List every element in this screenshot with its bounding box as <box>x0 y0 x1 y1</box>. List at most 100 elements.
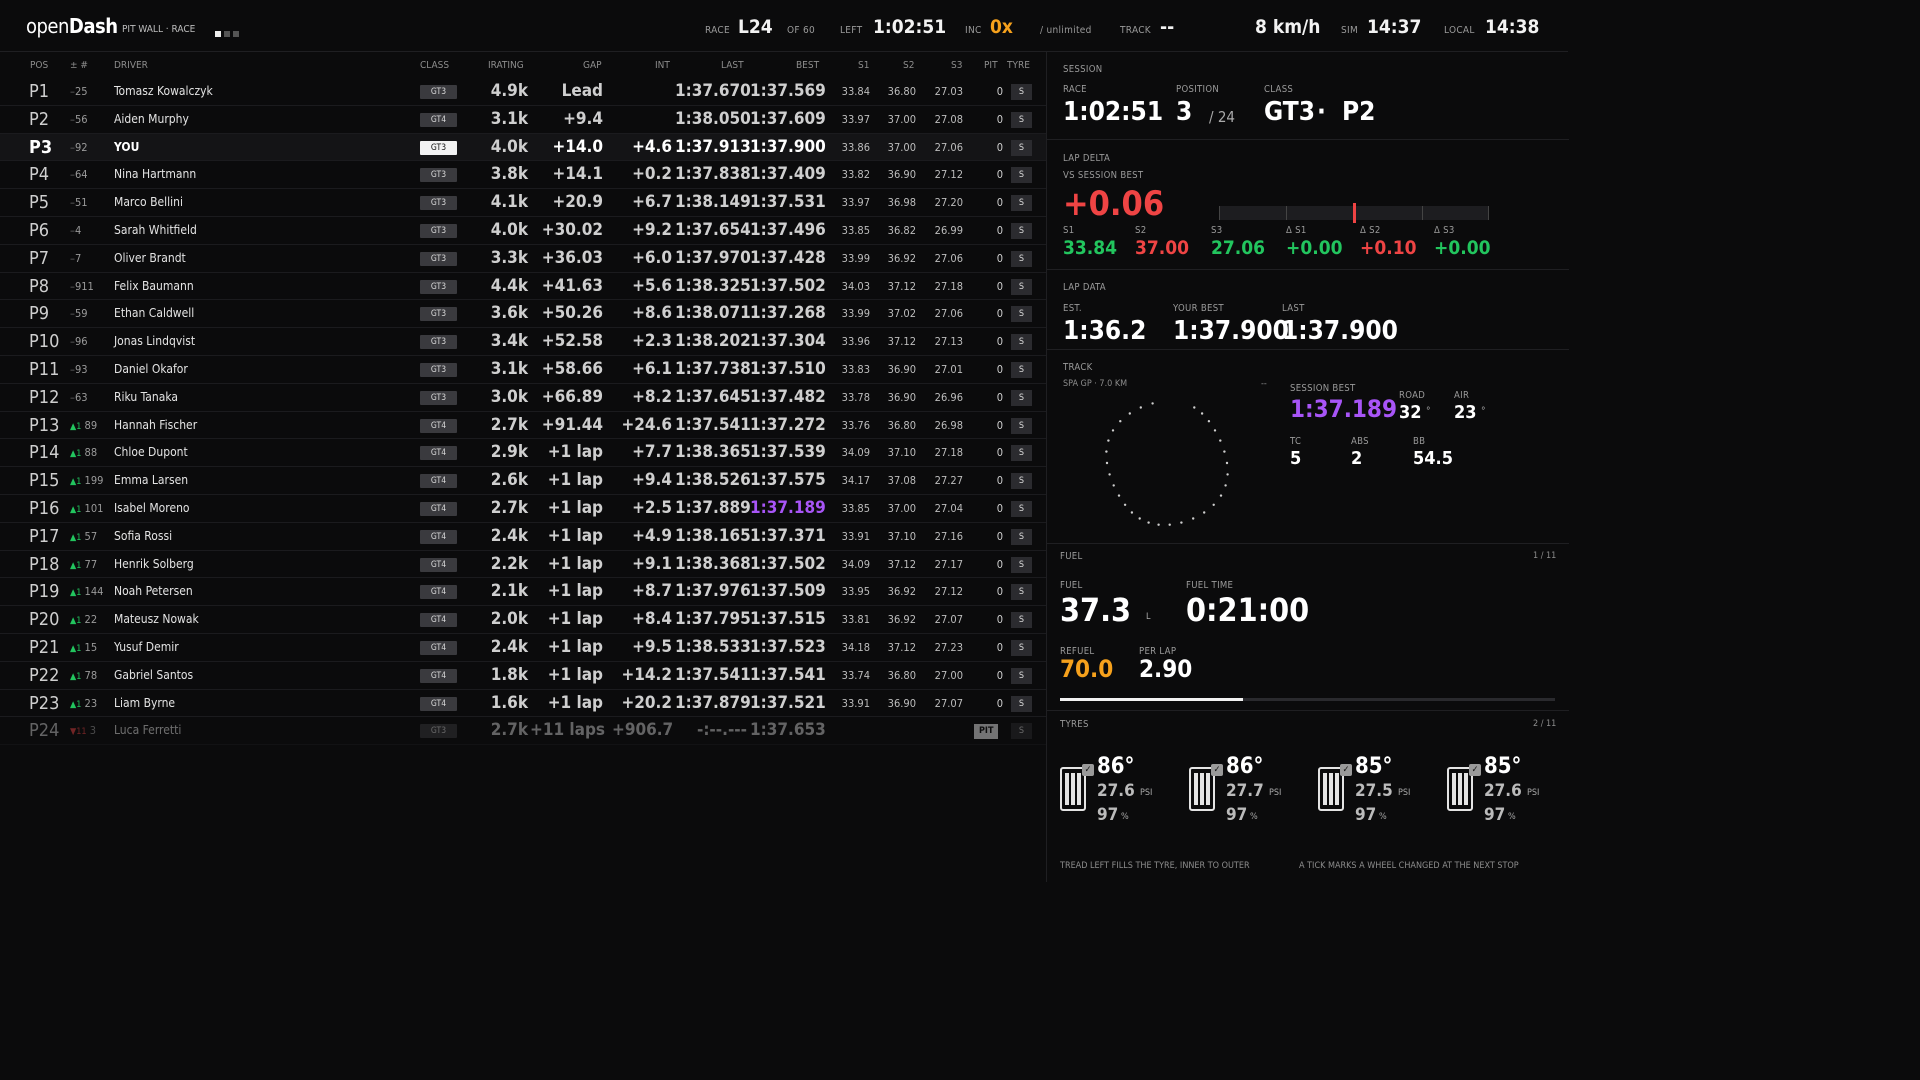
driver-name[interactable]: Ethan Caldwell <box>114 300 194 328</box>
last-lap: 1:37.970 <box>675 247 751 268</box>
table-row[interactable]: P14 ▲1 88 Chloe Dupont GT4 2.9k +1 lap +7.7 1:3… <box>0 439 1046 468</box>
table-row[interactable]: P16 ▲1 101 Isabel Moreno GT4 2.7k +1 lap +2.5 1… <box>0 495 1046 523</box>
row-position: P18 <box>29 553 60 575</box>
table-row[interactable]: P8 –911 Felix Baumann GT3 4.4k +41.63 +5.6 1:38… <box>0 273 1046 301</box>
driver-name[interactable]: Tomasz Kowalczyk <box>114 78 213 106</box>
page-dot[interactable] <box>233 31 239 37</box>
track-status: -- <box>1160 16 1175 38</box>
tyres-page[interactable]: 2 / 11 <box>1533 719 1556 729</box>
driver-name[interactable]: Emma Larsen <box>114 467 188 495</box>
sector-value: 33.84 <box>1063 237 1118 259</box>
driver-name[interactable]: Chloe Dupont <box>114 439 188 467</box>
driver-name[interactable]: Felix Baumann <box>114 273 194 301</box>
driver-name[interactable]: Gabriel Santos <box>114 662 193 690</box>
table-row[interactable]: P6 –4 Sarah Whitfield GT3 4.0k +30.02 +9.2 1:37… <box>0 217 1046 245</box>
interval <box>612 78 672 106</box>
driver-name[interactable]: YOU <box>114 134 139 162</box>
gap: +58.66 <box>541 358 603 379</box>
delta-bar <box>1219 203 1489 223</box>
table-row[interactable]: P1 –25 Tomasz Kowalczyk GT3 4.9k Lead 1:37.670… <box>0 78 1046 106</box>
col-tyre[interactable]: TYRE <box>1007 60 1030 71</box>
table-row[interactable]: P2 –56 Aiden Murphy GT4 3.1k +9.4 1:38.050 1:37… <box>0 106 1046 134</box>
driver-name[interactable]: Mateusz Nowak <box>114 606 199 634</box>
col-s3[interactable]: S3 <box>951 60 962 71</box>
road-temp: 32 <box>1399 402 1422 423</box>
col-driver[interactable]: DRIVER <box>114 60 148 71</box>
driver-name[interactable]: Riku Tanaka <box>114 384 178 412</box>
table-row[interactable]: P12 –63 Riku Tanaka GT3 3.0k +66.89 +8.2 1:37.6… <box>0 384 1046 412</box>
driver-name[interactable]: Jonas Lindqvist <box>114 328 195 356</box>
irating: 2.4k <box>490 636 528 657</box>
col-int[interactable]: INT <box>655 60 670 71</box>
sector-2: 36.92 <box>887 251 916 265</box>
table-row[interactable]: P7 –7 Oliver Brandt GT3 3.3k +36.03 +6.0 1:37.9… <box>0 245 1046 273</box>
col-s2[interactable]: S2 <box>903 60 914 71</box>
abs-label: ABS <box>1351 436 1369 447</box>
track-point <box>1119 420 1122 423</box>
fuel-label: FUEL <box>1060 580 1083 591</box>
class-value: GT3 <box>1264 97 1315 127</box>
table-row[interactable]: P13 ▲1 89 Hannah Fischer GT4 2.7k +91.44 +24.6… <box>0 412 1046 440</box>
interval: +0.2 <box>632 164 672 185</box>
col-pos[interactable]: POS <box>30 60 48 71</box>
page-dot[interactable] <box>215 31 221 37</box>
driver-name[interactable]: Luca Ferretti <box>114 717 181 745</box>
table-row[interactable]: P11 –93 Daniel Okafor GT3 3.1k +58.66 +6.1 1:37… <box>0 356 1046 384</box>
sector-label: Δ S3 <box>1434 225 1455 236</box>
table-row[interactable]: P10 –96 Jonas Lindqvist GT3 3.4k +52.58 +2.3 1:… <box>0 328 1046 356</box>
tyre-temp: 85° <box>1484 754 1522 779</box>
driver-name[interactable]: Marco Bellini <box>114 189 183 217</box>
track-point <box>1219 439 1222 442</box>
tyres-title: TYRES <box>1060 719 1089 730</box>
col-best[interactable]: BEST <box>796 60 819 71</box>
race-label: RACE <box>705 25 730 36</box>
table-row[interactable]: P22 ▲1 78 Gabriel Santos GT4 1.8k +1 lap +14.2… <box>0 662 1046 690</box>
col-num[interactable]: ± # <box>70 60 88 71</box>
driver-name[interactable]: Yusuf Demir <box>114 634 179 662</box>
driver-name[interactable]: Aiden Murphy <box>114 106 189 134</box>
driver-name[interactable]: Sarah Whitfield <box>114 217 197 245</box>
col-class[interactable]: CLASS <box>420 60 449 71</box>
table-row[interactable]: P24 ▼11 3 Luca Ferretti GT3 2.7k +11 laps +906… <box>0 717 1046 746</box>
best-lap: 1:37.539 <box>750 442 826 463</box>
driver-name[interactable]: Henrik Solberg <box>114 551 194 579</box>
driver-name[interactable]: Nina Hartmann <box>114 161 196 189</box>
sector-3: 27.07 <box>934 696 963 710</box>
table-row[interactable]: P21 ▲1 15 Yusuf Demir GT4 2.4k +1 lap +9.5 1:38… <box>0 634 1046 662</box>
table-row[interactable]: P23 ▲1 23 Liam Byrne GT4 1.6k +1 lap +20.2 1:37… <box>0 690 1046 718</box>
last-lap: 1:37.795 <box>675 609 751 630</box>
table-row[interactable]: P18 ▲1 77 Henrik Solberg GT4 2.2k +1 lap +9.1 1… <box>0 551 1046 579</box>
col-pit[interactable]: PIT <box>984 60 998 71</box>
driver-name[interactable]: Isabel Moreno <box>114 495 190 523</box>
track-point <box>1180 521 1183 524</box>
best-lap: 1:37.502 <box>750 553 826 574</box>
table-row[interactable]: P5 –51 Marco Bellini GT3 4.1k +20.9 +6.7 1:38.1… <box>0 189 1046 217</box>
driver-name[interactable]: Hannah Fischer <box>114 412 197 440</box>
class-badge: GT4 <box>420 418 457 433</box>
driver-name[interactable]: Daniel Okafor <box>114 356 188 384</box>
driver-name[interactable]: Liam Byrne <box>114 690 175 718</box>
position-change: ▲1 <box>70 504 82 515</box>
time-left: 1:02:51 <box>873 16 947 38</box>
page-indicator[interactable] <box>215 22 242 41</box>
fuel-page[interactable]: 1 / 11 <box>1533 551 1556 561</box>
table-row-player[interactable]: P3 –92 YOU GT3 4.0k +14.0 +4.6 1:37.913 1:37.900… <box>0 133 1046 162</box>
driver-name[interactable]: Oliver Brandt <box>114 245 186 273</box>
col-s1[interactable]: S1 <box>858 60 869 71</box>
driver-name[interactable]: Noah Petersen <box>114 578 193 606</box>
row-position: P11 <box>29 358 60 380</box>
driver-name[interactable]: Sofia Rossi <box>114 523 172 551</box>
table-row[interactable]: P15 ▲1 199 Emma Larsen GT4 2.6k +1 lap +9.4 1:3… <box>0 467 1046 495</box>
table-row[interactable]: P4 –64 Nina Hartmann GT3 3.8k +14.1 +0.2 1:37.8… <box>0 161 1046 190</box>
col-irating[interactable]: IRATING <box>488 60 524 71</box>
table-row[interactable]: P17 ▲1 57 Sofia Rossi GT4 2.4k +1 lap +4.9 1:38… <box>0 523 1046 551</box>
table-row[interactable]: P19 ▲1 144 Noah Petersen GT4 2.1k +1 lap +8.7 1… <box>0 578 1046 607</box>
page-dot[interactable] <box>224 31 230 37</box>
standings-header: POS ± # DRIVER CLASS IRATING GAP INT LAS… <box>0 56 1046 76</box>
tick-icon: ✓ <box>1469 764 1481 776</box>
table-row[interactable]: P9 –59 Ethan Caldwell GT3 3.6k +50.26 +8.6 1:38… <box>0 300 1046 329</box>
col-gap[interactable]: GAP <box>583 60 602 71</box>
gap: +11 laps <box>530 720 606 741</box>
table-row[interactable]: P20 ▲1 22 Mateusz Nowak GT4 2.0k +1 lap +8.4 1:… <box>0 606 1046 634</box>
col-last[interactable]: LAST <box>721 60 744 71</box>
